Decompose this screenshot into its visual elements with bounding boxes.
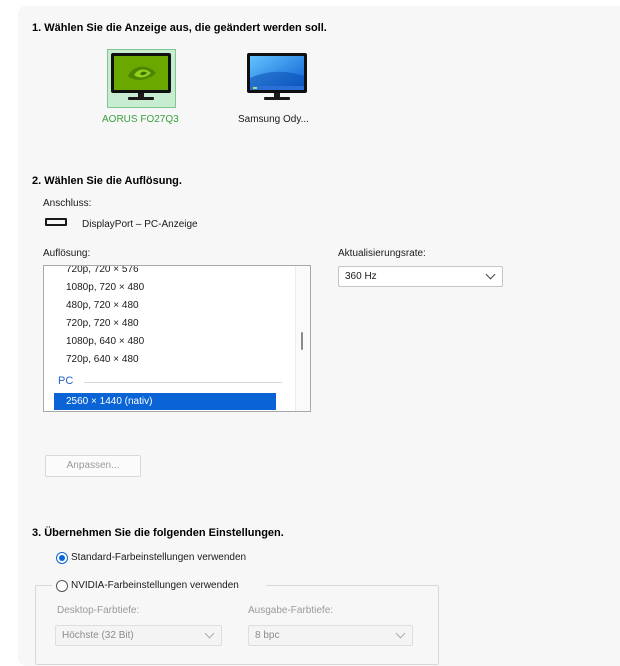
refresh-rate-value: 360 Hz [345,271,377,282]
display-name-aorus[interactable]: AORUS FO27Q3 [102,114,179,125]
customize-button[interactable]: Anpassen... [45,455,141,477]
chevron-down-icon [204,628,215,639]
resolution-item-selected[interactable]: 2560 × 1440 (nativ) [54,393,276,410]
scrollbar-thumb[interactable] [301,332,303,350]
resolution-item[interactable]: 1080p, 720 × 480 [66,282,144,293]
refresh-rate-label: Aktualisierungsrate: [338,248,426,259]
output-depth-label: Ausgabe-Farbtiefe: [248,605,334,616]
desktop-depth-dropdown[interactable]: Höchste (32 Bit) [55,625,222,646]
nvidia-color-radio[interactable] [56,580,68,592]
section3-heading: 3. Übernehmen Sie die folgenden Einstell… [32,527,284,539]
chevron-down-icon [485,269,496,280]
default-color-label[interactable]: Standard-Farbeinstellungen verwenden [71,552,246,563]
resolution-group-header: PC [58,375,74,387]
section2-heading: 2. Wählen Sie die Auflösung. [32,175,182,187]
chevron-down-icon [395,628,406,639]
output-depth-dropdown[interactable]: 8 bpc [248,625,413,646]
default-color-radio[interactable] [56,552,68,564]
connection-label: Anschluss: [43,198,92,209]
resolution-item[interactable]: 1080p, 640 × 480 [66,336,144,347]
resolution-item[interactable]: 480p, 720 × 480 [66,300,139,311]
nvidia-monitor-icon[interactable] [111,53,171,101]
resolution-item[interactable]: 720p, 640 × 480 [66,354,139,365]
group-divider [84,382,282,383]
resolution-item[interactable]: 720p, 720 × 576 [66,266,139,275]
display-name-samsung[interactable]: Samsung Ody... [238,114,309,125]
resolution-list[interactable]: 720p, 720 × 576 1080p, 720 × 480 480p, 7… [43,265,311,412]
section1-heading: 1. Wählen Sie die Anzeige aus, die geänd… [32,22,327,34]
refresh-rate-dropdown[interactable]: 360 Hz [338,266,503,287]
desktop-depth-label: Desktop-Farbtiefe: [57,605,140,616]
windows-monitor-icon[interactable] [247,53,307,101]
nvidia-color-label[interactable]: NVIDIA-Farbeinstellungen verwenden [71,580,239,591]
connection-value: DisplayPort – PC-Anzeige [82,219,198,230]
resolution-item[interactable]: 720p, 720 × 480 [66,318,139,329]
desktop-depth-value: Höchste (32 Bit) [62,630,134,641]
resolution-scrollbar[interactable] [295,266,310,411]
resolution-label: Auflösung: [43,248,91,259]
displayport-icon [45,218,67,226]
output-depth-value: 8 bpc [255,630,280,641]
